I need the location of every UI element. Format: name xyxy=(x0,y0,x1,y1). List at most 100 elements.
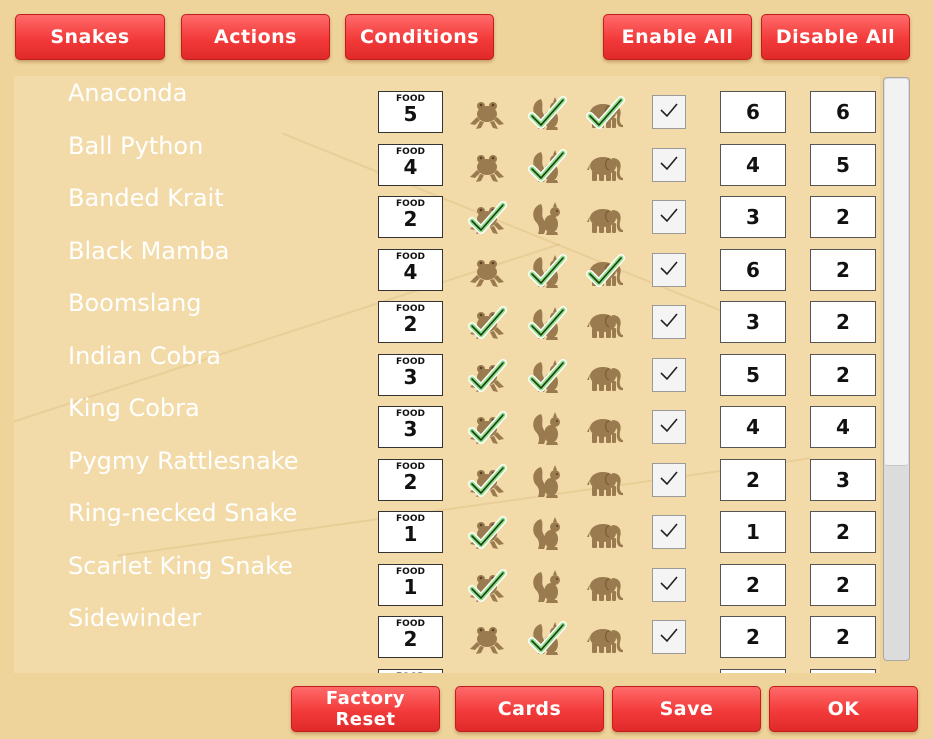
food-value-box[interactable]: FOOD 4 xyxy=(378,248,443,291)
stat-a-value: 3 xyxy=(746,310,760,334)
stat-b-field[interactable]: 2 xyxy=(810,196,876,238)
stat-b-field[interactable]: 2 xyxy=(810,301,876,343)
snake-row: Banded Krait FOOD 2 3 2 xyxy=(14,181,880,238)
stat-b-field[interactable]: 4 xyxy=(810,406,876,448)
elephant-toggle[interactable] xyxy=(585,198,625,238)
stat-b-field[interactable]: 2 xyxy=(810,511,876,553)
squirrel-toggle[interactable] xyxy=(527,303,567,343)
squirrel-toggle[interactable] xyxy=(527,566,567,606)
stat-a-field[interactable]: 6 xyxy=(720,248,786,291)
enabled-checkbox[interactable] xyxy=(652,95,686,129)
squirrel-toggle[interactable] xyxy=(527,251,567,291)
elephant-toggle[interactable] xyxy=(585,303,625,343)
enabled-checkbox[interactable] xyxy=(652,252,686,287)
stat-b-field[interactable]: 3 xyxy=(810,458,876,501)
food-value-box[interactable]: FOOD 2 xyxy=(378,301,443,343)
frog-toggle[interactable] xyxy=(467,251,507,291)
frog-toggle[interactable] xyxy=(467,303,507,343)
ok-button[interactable]: OK xyxy=(769,686,918,732)
stat-a-field[interactable]: 2 xyxy=(720,458,786,501)
food-value: 2 xyxy=(403,312,418,336)
snakes-tab-button[interactable]: Snakes xyxy=(15,14,165,60)
frog-toggle[interactable] xyxy=(467,356,507,396)
stat-b-field[interactable]: 2 xyxy=(810,248,876,291)
stat-a-field[interactable]: 3 xyxy=(720,196,786,238)
squirrel-toggle[interactable] xyxy=(527,513,567,553)
food-value-box[interactable]: FOOD 1 xyxy=(378,563,443,606)
enabled-checkbox[interactable] xyxy=(652,147,686,182)
stat-b-field[interactable]: 5 xyxy=(810,143,876,186)
food-value-box[interactable]: FOOD 3 xyxy=(378,406,443,448)
squirrel-toggle[interactable] xyxy=(527,93,567,133)
stat-a-field[interactable]: 2 xyxy=(720,616,786,658)
stat-b-field[interactable]: 2 xyxy=(810,616,876,658)
elephant-toggle[interactable] xyxy=(585,513,625,553)
frog-toggle[interactable] xyxy=(467,146,507,186)
enabled-checkbox[interactable] xyxy=(652,515,686,549)
stat-b-field[interactable]: 2 xyxy=(810,353,876,396)
elephant-toggle[interactable] xyxy=(585,356,625,396)
stat-a-field[interactable]: 2 xyxy=(720,563,786,606)
cards-button[interactable]: Cards xyxy=(455,686,604,732)
elephant-toggle[interactable] xyxy=(585,618,625,658)
food-value-box[interactable]: FOOD 4 xyxy=(378,143,443,186)
frog-toggle[interactable] xyxy=(467,198,507,238)
stat-a-field[interactable]: 5 xyxy=(720,353,786,396)
food-value-box[interactable]: FOOD 5 xyxy=(378,91,443,133)
enabled-checkbox[interactable] xyxy=(652,200,686,234)
enabled-checkbox[interactable] xyxy=(652,410,686,444)
conditions-tab-button[interactable]: Conditions xyxy=(345,14,494,60)
stat-a-field[interactable] xyxy=(720,668,786,673)
squirrel-toggle[interactable] xyxy=(527,356,567,396)
disable-all-button[interactable]: Disable All xyxy=(761,14,910,60)
frog-toggle[interactable] xyxy=(467,513,507,553)
elephant-toggle[interactable] xyxy=(585,408,625,448)
elephant-toggle[interactable] xyxy=(585,251,625,291)
squirrel-toggle[interactable] xyxy=(527,408,567,448)
frog-toggle[interactable] xyxy=(467,461,507,501)
stat-a-field[interactable]: 3 xyxy=(720,301,786,343)
squirrel-toggle[interactable] xyxy=(527,671,567,674)
enabled-checkbox[interactable] xyxy=(652,567,686,602)
stat-a-field[interactable]: 6 xyxy=(720,91,786,133)
elephant-toggle[interactable] xyxy=(585,671,625,674)
frog-toggle[interactable] xyxy=(467,93,507,133)
food-value-box[interactable]: FOOD 3 xyxy=(378,353,443,396)
factory-reset-button[interactable]: Factory Reset xyxy=(291,686,440,732)
squirrel-toggle[interactable] xyxy=(527,198,567,238)
scrollbar-track[interactable] xyxy=(883,77,910,661)
frog-toggle[interactable] xyxy=(467,408,507,448)
elephant-toggle[interactable] xyxy=(585,146,625,186)
squirrel-toggle[interactable] xyxy=(527,618,567,658)
stat-b-field[interactable] xyxy=(810,668,876,673)
stat-b-field[interactable]: 6 xyxy=(810,91,876,133)
stat-a-field[interactable]: 1 xyxy=(720,511,786,553)
checkmark-icon xyxy=(658,624,680,650)
save-button[interactable]: Save xyxy=(612,686,761,732)
enabled-checkbox[interactable] xyxy=(652,620,686,654)
stat-a-field[interactable]: 4 xyxy=(720,143,786,186)
squirrel-toggle[interactable] xyxy=(527,461,567,501)
frog-toggle[interactable] xyxy=(467,566,507,606)
food-value-box[interactable]: FOOD 2 xyxy=(378,616,443,658)
actions-tab-button[interactable]: Actions xyxy=(181,14,330,60)
enabled-checkbox[interactable] xyxy=(652,672,686,673)
food-value-box[interactable]: FOOD 2 xyxy=(378,196,443,238)
enabled-checkbox[interactable] xyxy=(652,462,686,497)
food-value-box[interactable]: FOOD 1 xyxy=(378,511,443,553)
stat-a-field[interactable]: 4 xyxy=(720,406,786,448)
enable-all-button[interactable]: Enable All xyxy=(603,14,752,60)
food-value-box[interactable]: FOOD 2 xyxy=(378,458,443,501)
frog-toggle[interactable] xyxy=(467,618,507,658)
elephant-toggle[interactable] xyxy=(585,461,625,501)
frog-toggle[interactable] xyxy=(467,671,507,674)
enabled-checkbox[interactable] xyxy=(652,357,686,392)
elephant-toggle[interactable] xyxy=(585,566,625,606)
scrollbar-thumb[interactable] xyxy=(885,79,908,466)
stat-b-field[interactable]: 2 xyxy=(810,563,876,606)
stat-b-value: 2 xyxy=(836,520,850,544)
food-value-box[interactable]: FOOD xyxy=(378,668,443,673)
elephant-toggle[interactable] xyxy=(585,93,625,133)
enabled-checkbox[interactable] xyxy=(652,305,686,339)
squirrel-toggle[interactable] xyxy=(527,146,567,186)
